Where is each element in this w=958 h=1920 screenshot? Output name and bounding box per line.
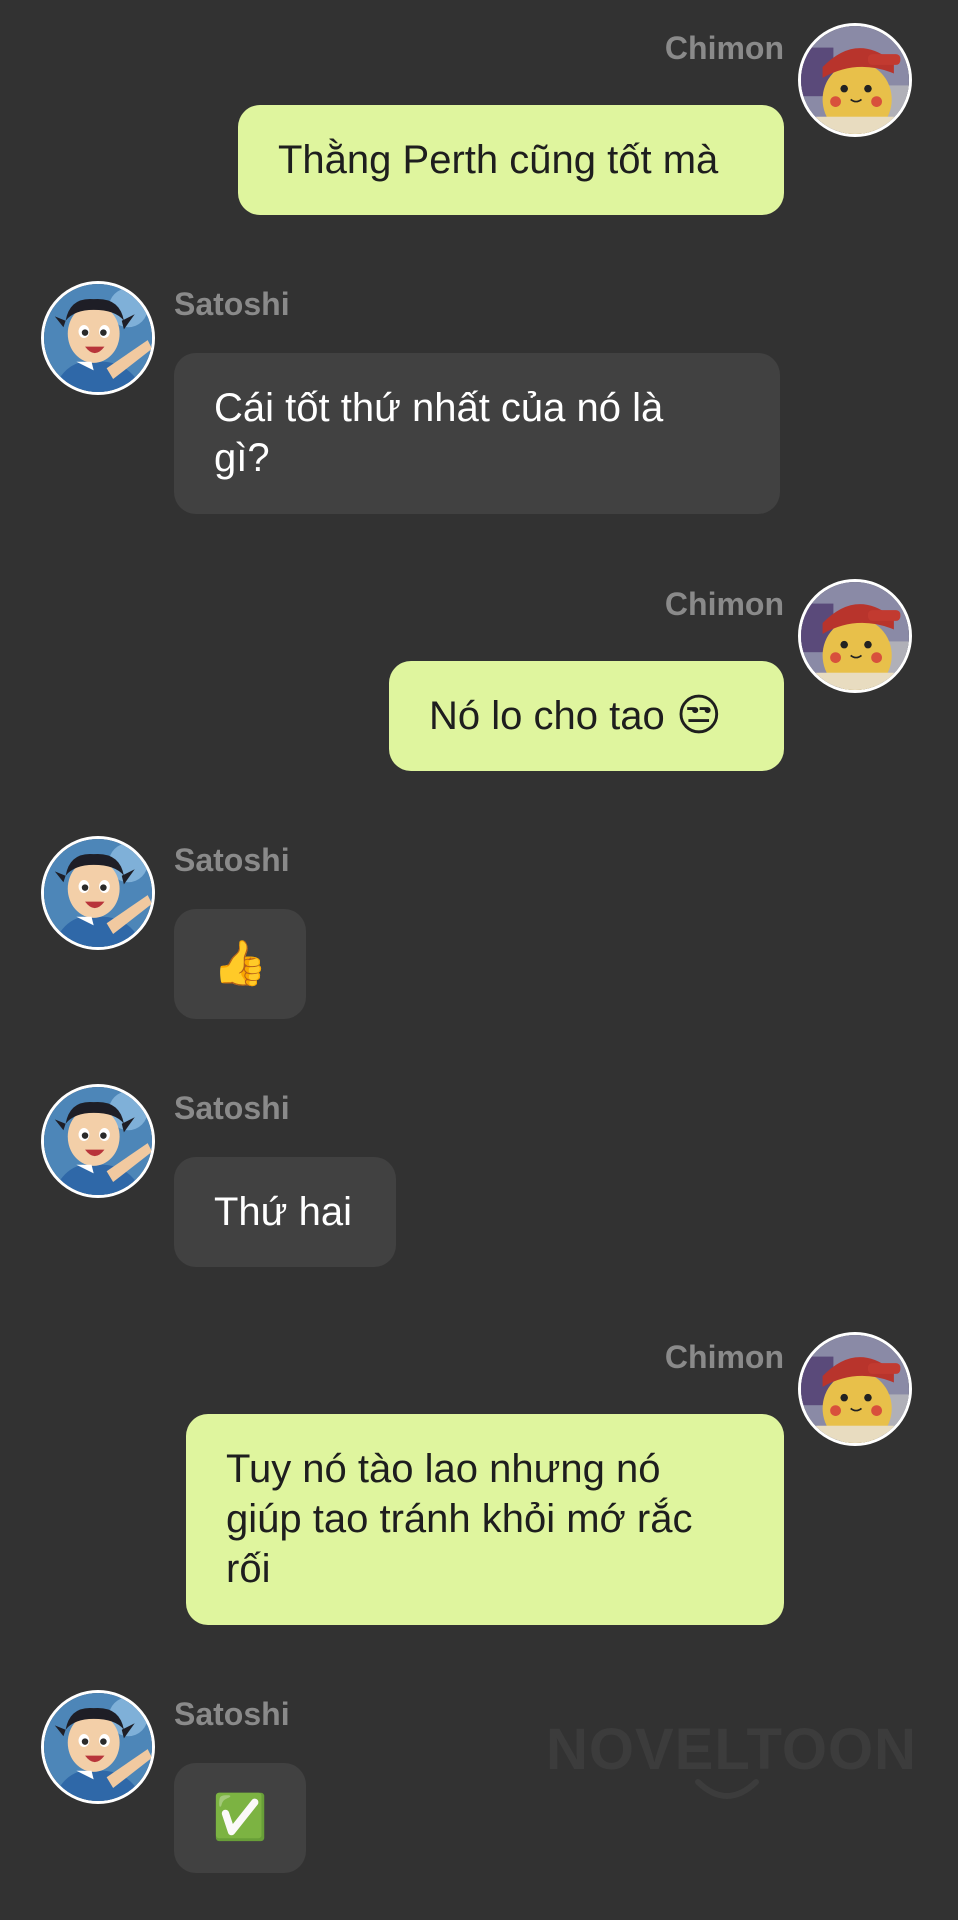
message-bubble[interactable]: Thằng Perth cũng tốt mà — [238, 105, 784, 215]
sender-name-chimon: Chimon — [664, 586, 784, 622]
sender-name-satoshi: Satoshi — [174, 286, 290, 322]
sender-name-chimon: Chimon — [664, 1339, 784, 1375]
noveltoon-watermark: NOVELTOON — [546, 1717, 917, 1808]
sender-name-satoshi: Satoshi — [174, 1696, 290, 1732]
message-text: Thằng Perth cũng tốt mà — [278, 138, 719, 182]
sender-name-chimon: Chimon — [664, 30, 784, 66]
message-text: Cái tốt thứ nhất của nó là gì? — [214, 386, 664, 480]
message-bubble[interactable]: Nó lo cho tao 😒 — [389, 661, 784, 771]
unamused-face-emoji: 😒 — [675, 691, 722, 740]
check-mark-emoji: ✅ — [212, 1793, 268, 1842]
message-bubble[interactable]: Thứ hai — [174, 1157, 396, 1267]
message-bubble[interactable]: Cái tốt thứ nhất của nó là gì? — [174, 353, 780, 514]
message-bubble[interactable]: ✅ — [174, 1763, 306, 1873]
message-bubble[interactable]: Tuy nó tào lao nhưng nó giúp tao tránh k… — [186, 1414, 784, 1625]
ash-avatar-icon[interactable] — [41, 1690, 155, 1804]
ash-avatar-icon[interactable] — [41, 281, 155, 395]
watermark-text: NOVELTOON — [546, 1717, 917, 1782]
message-bubble[interactable]: 👍 — [174, 909, 306, 1019]
sender-name-satoshi: Satoshi — [174, 842, 290, 878]
message-text: Nó lo cho tao — [429, 694, 665, 738]
pikachu-hat-avatar-icon[interactable] — [798, 1332, 912, 1446]
thumbs-up-emoji: 👍 — [212, 939, 268, 988]
sender-name-satoshi: Satoshi — [174, 1090, 290, 1126]
message-text: Thứ hai — [214, 1190, 352, 1234]
pikachu-hat-avatar-icon[interactable] — [798, 23, 912, 137]
smile-icon — [695, 1779, 759, 1799]
ash-avatar-icon[interactable] — [41, 836, 155, 950]
message-text: Tuy nó tào lao nhưng nó giúp tao tránh k… — [226, 1447, 693, 1591]
ash-avatar-icon[interactable] — [41, 1084, 155, 1198]
pikachu-hat-avatar-icon[interactable] — [798, 579, 912, 693]
